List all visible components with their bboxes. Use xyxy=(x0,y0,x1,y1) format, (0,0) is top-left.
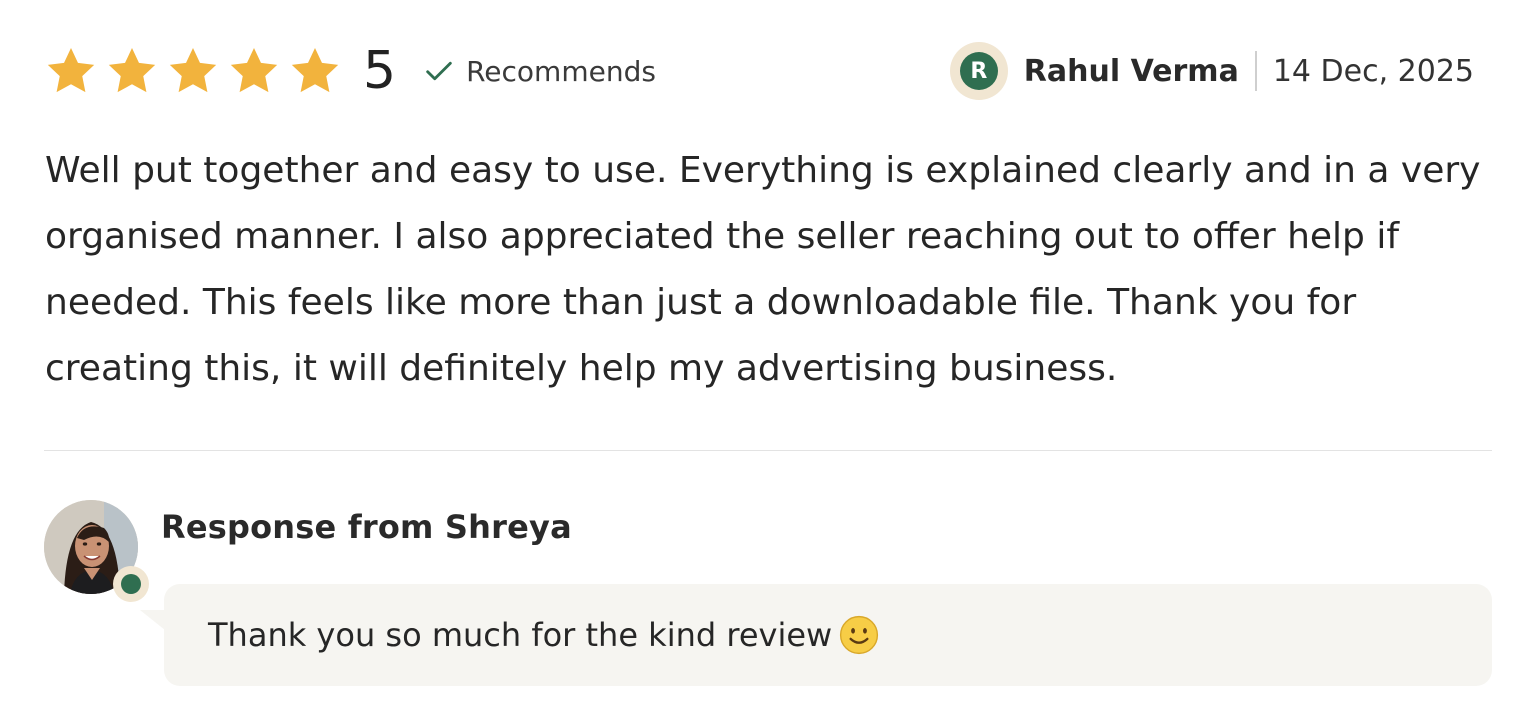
star-icon xyxy=(105,44,159,98)
response-text: Thank you so much for the kind review xyxy=(208,616,833,654)
recommends-label: Recommends xyxy=(466,54,656,88)
section-divider xyxy=(44,450,1492,451)
review-card: 5 Recommends R Rahul Verma 14 Dec, 2025 … xyxy=(0,0,1536,715)
rating-value: 5 xyxy=(363,41,397,101)
star-icon xyxy=(166,44,220,98)
smiley-icon xyxy=(838,614,880,656)
recommends-badge: Recommends xyxy=(422,54,656,88)
review-date: 14 Dec, 2025 xyxy=(1272,53,1474,89)
star-icon xyxy=(288,44,342,98)
response-title: Response from Shreya xyxy=(161,508,572,546)
online-status-indicator xyxy=(113,566,149,602)
author-initial: R xyxy=(959,52,998,90)
check-icon xyxy=(422,54,456,88)
star-icon xyxy=(44,44,98,98)
author-avatar[interactable]: R xyxy=(949,42,1008,100)
response-bubble: Thank you so much for the kind review xyxy=(164,584,1492,686)
review-author: R Rahul Verma 14 Dec, 2025 xyxy=(949,40,1474,102)
author-name[interactable]: Rahul Verma xyxy=(1024,54,1239,89)
review-text: Well put together and easy to use. Every… xyxy=(45,150,1481,389)
rating-row: 5 Recommends xyxy=(44,40,656,102)
vertical-divider xyxy=(1254,51,1257,91)
status-dot xyxy=(121,574,141,594)
star-icon xyxy=(227,44,281,98)
star-rating xyxy=(44,44,349,98)
